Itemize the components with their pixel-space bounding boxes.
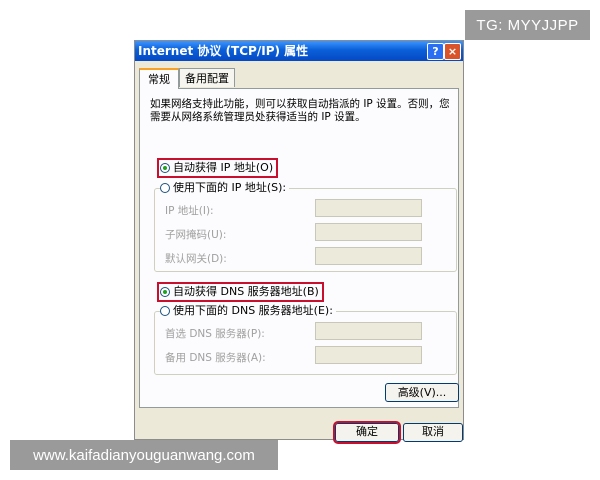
subnet-mask-field[interactable] [315,223,422,241]
manual-dns-option[interactable]: 使用下面的 DNS 服务器地址(E): [160,304,336,318]
auto-ip-highlight: 自动获得 IP 地址(O) [156,158,279,178]
auto-ip-radio-icon[interactable] [160,163,170,173]
manual-ip-radio-icon[interactable] [160,183,170,193]
cancel-button[interactable]: 取消 [403,423,463,442]
tcpip-properties-dialog: Internet 协议 (TCP/IP) 属性 ? × 常规 备用配置 如果网络… [134,40,464,444]
manual-dns-label: 使用下面的 DNS 服务器地址(E): [173,304,333,317]
description-text: 如果网络支持此功能，则可以获取自动指派的 IP 设置。否则，您需要从网络系统管理… [150,98,450,123]
auto-ip-label: 自动获得 IP 地址(O) [173,161,274,174]
preferred-dns-label: 首选 DNS 服务器(P): [165,328,265,340]
auto-ip-option[interactable]: 自动获得 IP 地址(O) [156,158,279,178]
alternate-dns-field[interactable] [315,346,422,364]
advanced-button[interactable]: 高级(V)... [385,383,459,402]
manual-dns-radio-icon[interactable] [160,306,170,316]
subnet-mask-label: 子网掩码(U): [165,229,227,241]
auto-dns-option[interactable]: 自动获得 DNS 服务器地址(B) [157,282,324,302]
default-gateway-label: 默认网关(D): [165,253,227,265]
watermark-url: www.kaifadianyouguanwang.com [10,440,278,470]
general-panel: 如果网络支持此功能，则可以获取自动指派的 IP 设置。否则，您需要从网络系统管理… [139,88,459,408]
alternate-dns-label: 备用 DNS 服务器(A): [165,352,266,364]
ip-address-field[interactable] [315,199,422,217]
default-gateway-field[interactable] [315,247,422,265]
watermark-tg: TG: MYYJJPP [465,10,590,40]
help-button[interactable]: ? [427,43,444,60]
dialog-titlebar: Internet 协议 (TCP/IP) 属性 ? × [135,41,463,61]
auto-dns-label: 自动获得 DNS 服务器地址(B) [173,285,319,298]
dialog-title: Internet 协议 (TCP/IP) 属性 [138,44,309,58]
manual-dns-group [154,311,457,375]
close-button[interactable]: × [444,43,461,60]
preferred-dns-field[interactable] [315,322,422,340]
manual-ip-label: 使用下面的 IP 地址(S): [173,181,287,194]
auto-dns-radio-icon[interactable] [160,287,170,297]
ok-button[interactable]: 确定 [333,421,401,444]
manual-ip-option[interactable]: 使用下面的 IP 地址(S): [160,181,290,195]
ip-address-label: IP 地址(I): [165,205,214,217]
auto-dns-highlight: 自动获得 DNS 服务器地址(B) [157,282,324,302]
tab-general[interactable]: 常规 [139,68,179,89]
tab-alternate-config[interactable]: 备用配置 [179,68,235,87]
